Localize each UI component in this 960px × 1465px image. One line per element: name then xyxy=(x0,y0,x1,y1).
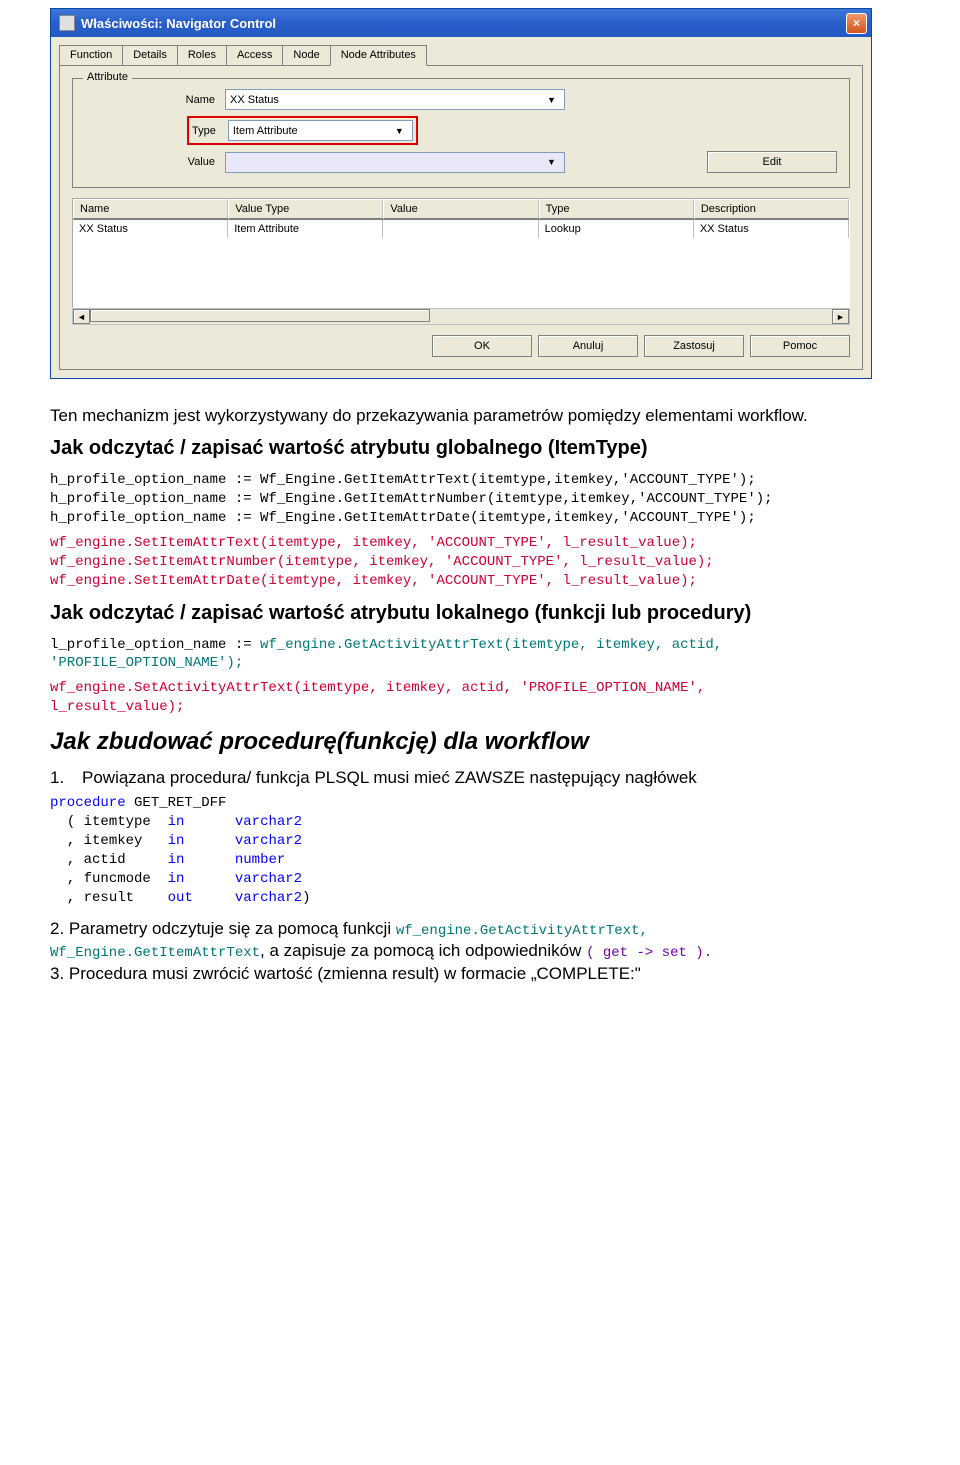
list-item-1: 1. Powiązana procedura/ funkcja PLSQL mu… xyxy=(50,767,930,788)
heading-build-procedure: Jak zbudować procedurę(funkcję) dla work… xyxy=(50,727,930,757)
attributes-table: Name Value Type Value Type Description X… xyxy=(72,198,850,308)
code-procedure: procedure GET_RET_DFF ( itemtype in varc… xyxy=(50,794,930,907)
chevron-down-icon: ▼ xyxy=(391,123,408,138)
tab-node[interactable]: Node xyxy=(282,45,330,65)
code-set-local: wf_engine.SetActivityAttrText(itemtype, … xyxy=(50,679,930,717)
col-name[interactable]: Name xyxy=(73,199,228,219)
type-value: Item Attribute xyxy=(233,125,298,137)
cell-description: XX Status xyxy=(694,220,849,238)
col-value[interactable]: Value xyxy=(383,199,538,219)
name-dropdown[interactable]: XX Status ▼ xyxy=(225,89,565,110)
value-label: Value xyxy=(85,156,225,168)
scroll-track[interactable] xyxy=(90,309,832,324)
type-label: Type xyxy=(192,125,222,137)
col-description[interactable]: Description xyxy=(694,199,849,219)
col-type[interactable]: Type xyxy=(539,199,694,219)
window-title: Właściwości: Navigator Control xyxy=(81,16,276,31)
heading-global-attr: Jak odczytać / zapisać wartość atrybutu … xyxy=(50,436,930,461)
type-dropdown[interactable]: Item Attribute ▼ xyxy=(228,120,413,141)
name-value: XX Status xyxy=(230,94,279,106)
document-body: Ten mechanizm jest wykorzystywany do prz… xyxy=(0,379,960,1034)
scroll-right-icon[interactable]: ► xyxy=(832,309,849,324)
properties-dialog: Właściwości: Navigator Control × Functio… xyxy=(50,8,872,379)
tab-panel: Attribute Name XX Status ▼ Type Item Att… xyxy=(59,65,863,370)
type-highlight-box: Type Item Attribute ▼ xyxy=(187,116,418,145)
scroll-thumb[interactable] xyxy=(90,309,430,322)
tab-access[interactable]: Access xyxy=(226,45,283,65)
tab-function[interactable]: Function xyxy=(59,45,123,65)
scroll-left-icon[interactable]: ◄ xyxy=(73,309,90,324)
edit-button[interactable]: Edit xyxy=(707,151,837,173)
heading-local-attr: Jak odczytać / zapisać wartość atrybutu … xyxy=(50,601,930,626)
ok-button[interactable]: OK xyxy=(432,335,532,357)
cell-value xyxy=(383,220,538,238)
fieldset-legend: Attribute xyxy=(83,71,132,83)
list-item-2: 2. Parametry odczytuje się za pomocą fun… xyxy=(50,918,930,984)
tab-strip: Function Details Roles Access Node Node … xyxy=(51,37,871,65)
horizontal-scrollbar[interactable]: ◄ ► xyxy=(72,308,850,325)
table-row[interactable]: XX Status Item Attribute Lookup XX Statu… xyxy=(73,220,849,238)
list-num-1: 1. xyxy=(50,767,72,788)
dialog-buttons: OK Anuluj Zastosuj Pomoc xyxy=(72,325,850,357)
chevron-down-icon: ▼ xyxy=(543,155,560,170)
close-icon: × xyxy=(853,16,860,30)
attribute-fieldset: Attribute Name XX Status ▼ Type Item Att… xyxy=(72,78,850,188)
tab-node-attributes[interactable]: Node Attributes xyxy=(330,45,427,66)
code-get-local: l_profile_option_name := wf_engine.GetAc… xyxy=(50,636,930,674)
code-set-global: wf_engine.SetItemAttrText(itemtype, item… xyxy=(50,534,930,591)
value-dropdown[interactable]: ▼ xyxy=(225,152,565,173)
chevron-down-icon: ▼ xyxy=(543,92,560,107)
intro-paragraph: Ten mechanizm jest wykorzystywany do prz… xyxy=(50,405,930,426)
help-button[interactable]: Pomoc xyxy=(750,335,850,357)
titlebar: Właściwości: Navigator Control × xyxy=(51,9,871,37)
tab-roles[interactable]: Roles xyxy=(177,45,227,65)
table-header: Name Value Type Value Type Description xyxy=(73,199,849,220)
cell-type: Lookup xyxy=(539,220,694,238)
code-get-global: h_profile_option_name := Wf_Engine.GetIt… xyxy=(50,471,930,528)
cell-value-type: Item Attribute xyxy=(228,220,383,238)
cancel-button[interactable]: Anuluj xyxy=(538,335,638,357)
list-text-1: Powiązana procedura/ funkcja PLSQL musi … xyxy=(82,767,697,788)
name-label: Name xyxy=(85,94,225,106)
apply-button[interactable]: Zastosuj xyxy=(644,335,744,357)
tab-details[interactable]: Details xyxy=(122,45,178,65)
close-button[interactable]: × xyxy=(846,13,867,34)
window-icon xyxy=(59,15,75,31)
col-value-type[interactable]: Value Type xyxy=(228,199,383,219)
cell-name: XX Status xyxy=(73,220,228,238)
